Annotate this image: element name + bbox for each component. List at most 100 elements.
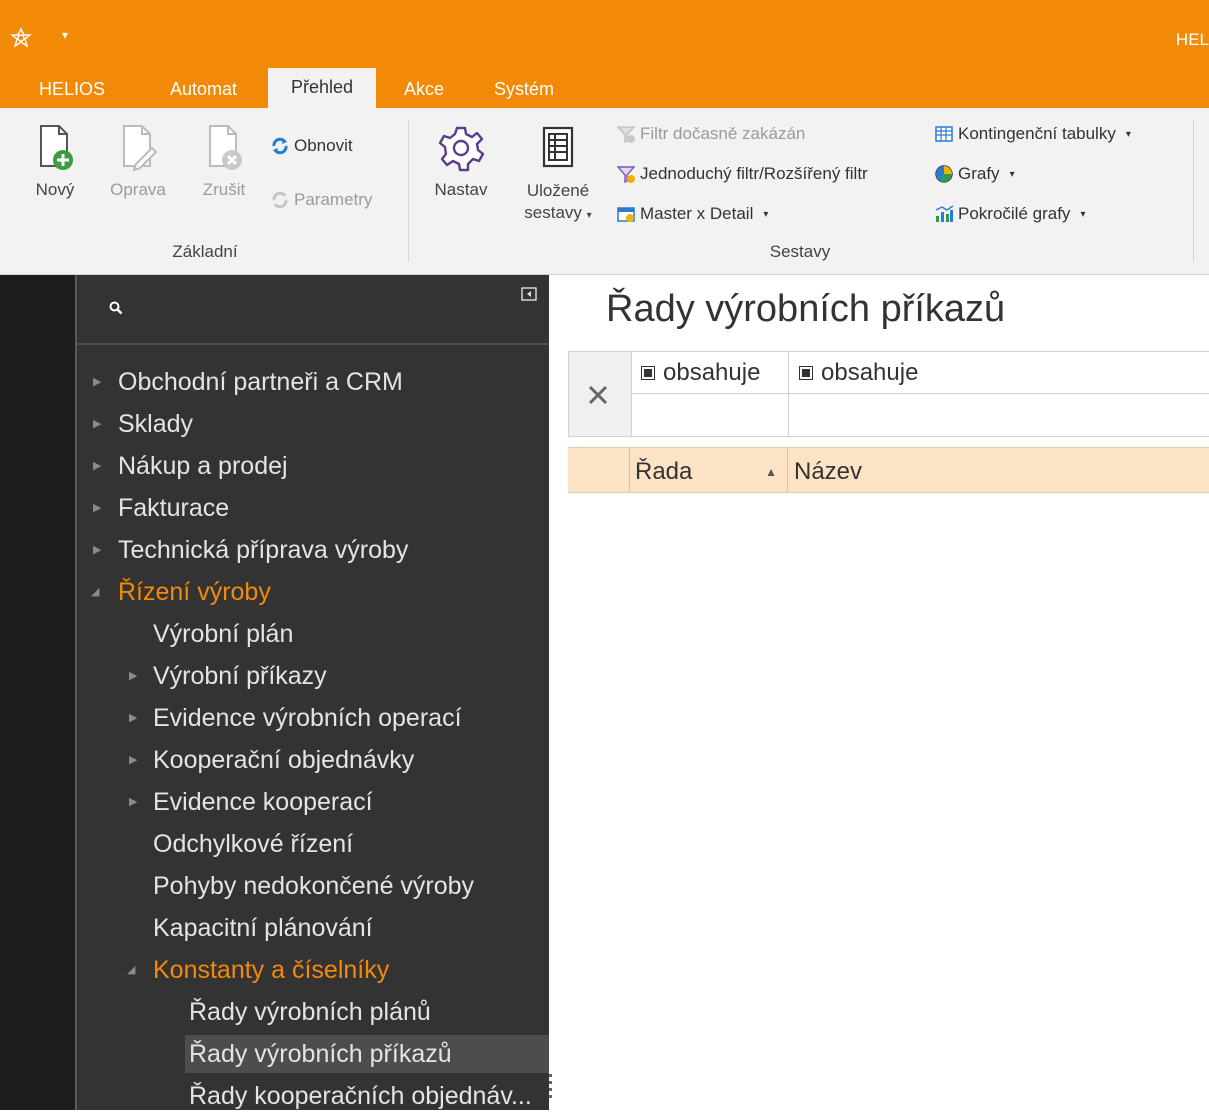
nav-item-label: Řady výrobních plánů xyxy=(189,998,431,1026)
navigation-search[interactable] xyxy=(77,275,549,345)
clear-filter-button[interactable] xyxy=(569,352,632,436)
nav-item-technicka-priprava[interactable]: ▶ Technická příprava výroby xyxy=(77,531,549,569)
filter-operator-icon xyxy=(641,365,655,380)
filter-input-nazev[interactable] xyxy=(789,394,1209,436)
pane-splitter-handle[interactable] xyxy=(549,1070,555,1110)
cancel-button[interactable]: Zrušit xyxy=(188,122,260,200)
gear-icon xyxy=(438,126,485,172)
nav-item-odchylkove-rizeni[interactable]: Odchylkové řízení xyxy=(77,825,549,863)
refresh-button[interactable]: Obnovit xyxy=(270,136,353,156)
bar-chart-icon xyxy=(935,205,954,222)
collapsed-arrow-icon: ▶ xyxy=(93,376,102,388)
saved-reports-icon xyxy=(542,126,574,168)
advanced-charts-button[interactable]: Pokročilé grafy ▾ xyxy=(934,204,1085,224)
refresh-button-label: Obnovit xyxy=(294,136,353,155)
search-icon[interactable] xyxy=(109,301,123,315)
nav-item-kapacitni-planovani[interactable]: Kapacitní plánování xyxy=(77,909,549,947)
column-header-label: Řada xyxy=(635,458,693,485)
simple-filter-button[interactable]: Jednoduchý filtr/Rozšířený filtr xyxy=(616,164,868,184)
pivot-tables-button[interactable]: Kontingenční tabulky ▾ xyxy=(934,124,1131,144)
quick-access-dropdown-icon[interactable]: ▾ xyxy=(62,28,68,42)
nav-item-pohyby-nedokoncene-vyroby[interactable]: Pohyby nedokončené výroby xyxy=(77,867,549,905)
ribbon: Nový Oprava Zrušit Obnovit Parametry Zák… xyxy=(0,108,1209,275)
tab-akce[interactable]: Akce xyxy=(384,70,462,108)
group-separator xyxy=(1193,120,1194,262)
nav-item-obchodni-partneri[interactable]: ▶ Obchodní partneři a CRM xyxy=(77,363,549,401)
nav-item-rady-vyrobnich-prikazu[interactable]: Řady výrobních příkazů xyxy=(185,1035,549,1073)
collapsed-arrow-icon: ▶ xyxy=(93,460,102,472)
nav-item-rizeni-vyroby[interactable]: ◢ Řízení výroby xyxy=(77,573,549,611)
nav-item-label: Kapacitní plánování xyxy=(153,914,373,942)
page-title: Řady výrobních příkazů xyxy=(606,288,1006,330)
collapsed-arrow-icon: ▶ xyxy=(129,712,138,724)
nav-item-label: Řady kooperačních objednáv... xyxy=(189,1082,532,1110)
collapsed-arrow-icon: ▶ xyxy=(93,502,102,514)
tab-helios[interactable]: HELIOS xyxy=(18,70,126,108)
pivot-tables-label: Kontingenční tabulky xyxy=(958,124,1116,143)
new-button[interactable]: Nový xyxy=(20,122,90,200)
nav-item-label: Fakturace xyxy=(118,494,230,522)
saved-reports-label-1: Uložené xyxy=(526,181,590,200)
filter-off-icon xyxy=(616,126,636,143)
collapsed-arrow-icon: ▶ xyxy=(129,670,138,682)
nav-item-label: Konstanty a číselníky xyxy=(153,956,390,984)
nav-item-evidence-vyrobnich-operaci[interactable]: ▶ Evidence výrobních operací xyxy=(77,699,549,737)
navigation-pane: ▶ Obchodní partneři a CRM ▶ Sklady ▶ Nák… xyxy=(75,275,549,1110)
new-document-icon xyxy=(40,125,73,170)
filter-operator-rada[interactable]: obsahuje xyxy=(631,352,789,394)
pivot-table-icon xyxy=(935,126,953,142)
nav-item-evidence-kooperaci[interactable]: ▶ Evidence kooperací xyxy=(77,783,549,821)
charts-button[interactable]: Grafy ▾ xyxy=(934,164,1015,184)
charts-label: Grafy xyxy=(958,164,1000,183)
title-bar: ▾ HEL xyxy=(0,0,1209,70)
edit-document-icon xyxy=(123,125,158,172)
edit-button-label: Oprava xyxy=(110,180,166,199)
filter-operator-nazev[interactable]: obsahuje xyxy=(789,352,1209,394)
setup-button[interactable]: Nastav xyxy=(424,122,498,200)
column-header-nazev[interactable]: Název xyxy=(788,448,1209,492)
expanded-arrow-icon: ◢ xyxy=(127,964,136,976)
group-separator xyxy=(408,120,409,262)
nav-item-label: Výrobní příkazy xyxy=(153,662,327,690)
nav-item-sklady[interactable]: ▶ Sklady xyxy=(77,405,549,443)
saved-reports-button[interactable]: Uložené sestavy ▾ xyxy=(510,122,606,227)
column-header-rada[interactable]: Řada ▲ xyxy=(629,448,788,492)
nav-item-label: Nákup a prodej xyxy=(118,452,288,480)
filter-operator-label: obsahuje xyxy=(663,358,761,386)
left-dark-strip xyxy=(0,275,75,1110)
nav-item-konstanty-a-ciselniky[interactable]: ◢ Konstanty a číselníky xyxy=(77,951,549,989)
grid-body[interactable] xyxy=(568,493,1209,1110)
group-label-sestavy: Sestavy xyxy=(769,242,831,261)
filter-operator-icon xyxy=(799,365,813,380)
dropdown-arrow-icon: ▾ xyxy=(586,210,592,221)
parameters-button[interactable]: Parametry xyxy=(270,190,372,210)
filter-input-rada[interactable] xyxy=(631,394,789,436)
nav-item-fakturace[interactable]: ▶ Fakturace xyxy=(77,489,549,527)
parameters-button-label: Parametry xyxy=(294,190,373,209)
nav-item-vyrobni-prikazy[interactable]: ▶ Výrobní příkazy xyxy=(77,657,549,695)
nav-item-nakup-a-prodej[interactable]: ▶ Nákup a prodej xyxy=(77,447,549,485)
tab-prehled[interactable]: Přehled xyxy=(268,68,376,108)
window-title: HEL xyxy=(1175,30,1209,49)
helios-logo-icon[interactable] xyxy=(10,27,32,49)
filter-disabled-button[interactable]: Filtr dočasně zakázán xyxy=(616,124,805,144)
new-button-label: Nový xyxy=(35,180,75,199)
nav-item-kooperacni-objednavky[interactable]: ▶ Kooperační objednávky xyxy=(77,741,549,779)
nav-item-label: Obchodní partneři a CRM xyxy=(118,368,403,396)
collapsed-arrow-icon: ▶ xyxy=(129,754,138,766)
master-detail-label: Master x Detail xyxy=(640,204,754,223)
collapse-pane-icon[interactable] xyxy=(521,287,537,301)
nav-item-rady-vyrobnich-planu[interactable]: Řady výrobních plánů xyxy=(185,993,549,1031)
expanded-arrow-icon: ◢ xyxy=(91,586,100,598)
parameters-icon xyxy=(272,191,288,209)
nav-item-label: Odchylkové řízení xyxy=(153,830,354,858)
refresh-icon xyxy=(272,137,288,155)
tab-automat[interactable]: Automat xyxy=(150,70,256,108)
master-detail-button[interactable]: Master x Detail ▾ xyxy=(616,204,768,224)
tab-system[interactable]: Systém xyxy=(474,70,568,108)
nav-item-vyrobni-plan[interactable]: Výrobní plán xyxy=(77,615,549,653)
filter-row: obsahuje obsahuje xyxy=(568,351,1209,437)
nav-item-rady-kooperacnich-objednavek[interactable]: Řady kooperačních objednáv... xyxy=(185,1077,549,1115)
master-detail-icon xyxy=(617,207,635,222)
edit-button[interactable]: Oprava xyxy=(98,122,178,200)
